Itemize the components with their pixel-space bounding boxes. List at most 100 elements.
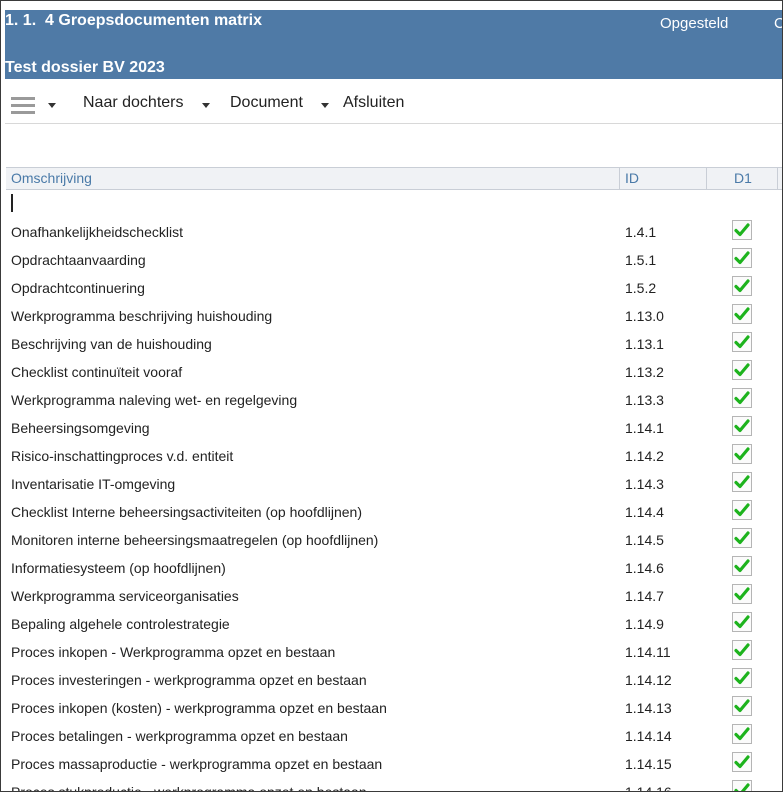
afsluiten-button[interactable]: Afsluiten [343,94,404,112]
checkmark-icon [734,727,750,741]
column-divider[interactable] [706,168,707,189]
checkmark-icon [734,699,750,713]
d1-checkbox[interactable] [732,360,752,380]
d1-checkbox[interactable] [732,388,752,408]
column-header-d1[interactable]: D1 [734,170,752,186]
document-menu[interactable]: Document [230,94,303,112]
table-row[interactable]: Werkprogramma serviceorganisaties 1.14.7 [6,582,782,610]
row-id: 1.13.3 [625,392,664,408]
row-description: Proces investeringen - werkprogramma opz… [11,672,367,688]
table-row[interactable]: Proces betalingen - werkprogramma opzet … [6,722,782,750]
checkmark-icon [734,531,750,545]
input-row[interactable] [6,190,782,218]
table-row[interactable]: Checklist Interne beheersingsactiviteite… [6,498,782,526]
d1-checkbox[interactable] [732,612,752,632]
page-title: 1. 1. 4 Groepsdocumenten matrix [5,12,262,29]
d1-checkbox[interactable] [732,556,752,576]
row-id: 1.14.16 [625,784,672,792]
row-description: Checklist continuïteit vooraf [11,364,183,380]
checkmark-icon [734,419,750,433]
row-description: Onafhankelijkheidschecklist [11,224,183,240]
documents-table: Omschrijving ID D1 Onafhankelijkheidsche… [6,167,782,792]
row-description: Werkprogramma serviceorganisaties [11,588,239,604]
checkmark-icon [734,671,750,685]
column-divider[interactable] [619,168,620,189]
table-row[interactable]: Opdrachtaanvaarding 1.5.1 [6,246,782,274]
table-row[interactable]: Proces investeringen - werkprogramma opz… [6,666,782,694]
d1-checkbox[interactable] [732,248,752,268]
table-header: Omschrijving ID D1 [6,167,782,190]
table-row[interactable]: Werkprogramma beschrijving huishouding 1.… [6,302,782,330]
row-id: 1.14.11 [625,644,671,660]
table-row[interactable]: Opdrachtcontinuering 1.5.2 [6,274,782,302]
row-id: 1.14.7 [625,588,664,604]
naar-dochters-menu[interactable]: Naar dochters [83,94,184,112]
d1-checkbox[interactable] [732,528,752,548]
table-row[interactable]: Inventarisatie IT-omgeving 1.14.3 [6,470,782,498]
d1-checkbox[interactable] [732,696,752,716]
d1-checkbox[interactable] [732,584,752,604]
row-id: 1.13.0 [625,308,664,324]
d1-checkbox[interactable] [732,752,752,772]
column-divider[interactable] [777,168,778,189]
d1-checkbox[interactable] [732,444,752,464]
row-description: Proces stukproductie - werkprogramma opz… [11,784,367,792]
d1-checkbox[interactable] [732,332,752,352]
checkmark-icon [734,307,750,321]
row-id: 1.14.3 [625,476,664,492]
table-row[interactable]: Onafhankelijkheidschecklist 1.4.1 [6,218,782,246]
d1-checkbox[interactable] [732,780,752,791]
table-row[interactable]: Beheersingsomgeving 1.14.1 [6,414,782,442]
table-body: Onafhankelijkheidschecklist 1.4.1 Opdracht… [6,218,782,792]
row-description: Opdrachtaanvaarding [11,252,146,268]
row-description: Werkprogramma beschrijving huishouding [11,308,273,324]
table-row[interactable]: Checklist continuïteit vooraf 1.13.2 [6,358,782,386]
table-row[interactable]: Proces stukproductie - werkprogramma opz… [6,778,782,792]
column-header-omschrijving[interactable]: Omschrijving [11,170,92,186]
table-row[interactable]: Proces inkopen - Werkprogramma opzet en … [6,638,782,666]
checkmark-icon [734,643,750,657]
row-description: Beschrijving van de huishouding [11,336,212,352]
header-bar: 1. 1. 4 Groepsdocumenten matrix Opgestel… [5,10,782,79]
d1-checkbox[interactable] [732,500,752,520]
checkmark-icon [734,335,750,349]
d1-checkbox[interactable] [732,416,752,436]
checkmark-icon [734,559,750,573]
document-chevron-icon[interactable] [321,103,329,108]
menu-dropdown-chevron-icon[interactable] [48,103,56,108]
row-description: Monitoren interne beheersingsmaatregelen… [11,532,379,548]
d1-checkbox[interactable] [732,472,752,492]
hamburger-icon[interactable] [11,97,35,115]
table-row[interactable]: Proces massaproductie - werkprogramma op… [6,750,782,778]
checkmark-icon [734,251,750,265]
table-row[interactable]: Werkprogramma naleving wet- en regelgevi… [6,386,782,414]
row-id: 1.14.12 [625,672,672,688]
row-id: 1.4.1 [625,224,657,240]
row-id: 1.13.2 [625,364,664,380]
table-row[interactable]: Proces inkopen (kosten) - werkprogramma … [6,694,782,722]
d1-checkbox[interactable] [732,668,752,688]
text-cursor [11,194,13,212]
checkmark-icon [734,503,750,517]
d1-checkbox[interactable] [732,724,752,744]
window-frame: 1. 1. 4 Groepsdocumenten matrix Opgestel… [0,0,783,792]
d1-checkbox[interactable] [732,640,752,660]
row-description: Proces massaproductie - werkprogramma op… [11,756,383,772]
table-row[interactable]: Monitoren interne beheersingsmaatregelen… [6,526,782,554]
row-id: 1.14.15 [625,756,672,772]
row-id: 1.14.2 [625,448,664,464]
table-row[interactable]: Risico-inschattingproces v.d. entiteit 1.… [6,442,782,470]
checkmark-icon [734,279,750,293]
table-row[interactable]: Bepaling algehele controlestrategie 1.14.… [6,610,782,638]
column-header-id[interactable]: ID [625,170,639,186]
toolbar: Naar dochters Document Afsluiten [5,87,782,124]
table-row[interactable]: Informatiesysteem (op hoofdlijnen) 1.14.6 [6,554,782,582]
row-id: 1.5.2 [625,280,657,296]
table-row[interactable]: Beschrijving van de huishouding 1.13.1 [6,330,782,358]
d1-checkbox[interactable] [732,304,752,324]
naar-dochters-chevron-icon[interactable] [202,103,210,108]
d1-checkbox[interactable] [732,220,752,240]
d1-checkbox[interactable] [732,276,752,296]
row-description: Werkprogramma naleving wet- en regelgevi… [11,392,298,408]
row-description: Informatiesysteem (op hoofdlijnen) [11,560,226,576]
